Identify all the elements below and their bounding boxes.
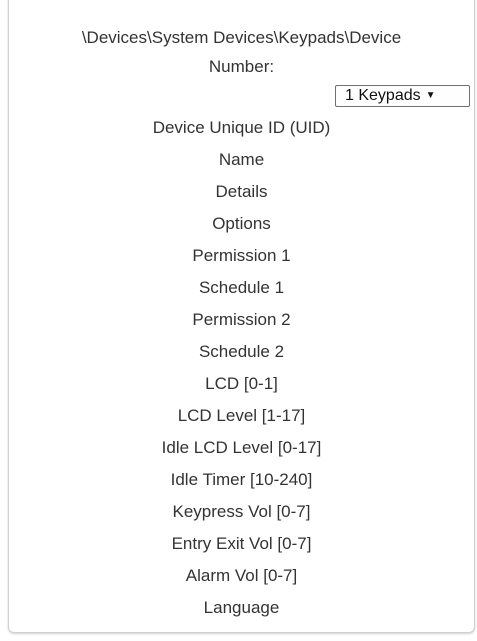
field-label-options: Options [212, 214, 271, 233]
field-label-alarm-vol: Alarm Vol [0-7] [185, 566, 298, 585]
field-label-lcd-level: LCD Level [1-17] [177, 406, 306, 425]
breadcrumb-path: \Devices\System Devices\Keypads\Device [81, 28, 402, 47]
field-label-keypress-vol: Keypress Vol [0-7] [172, 502, 311, 521]
chevron-down-icon: ▼ [425, 90, 436, 101]
field-label-schedule-2: Schedule 2 [198, 342, 285, 361]
field-label-language: Language [203, 598, 280, 617]
field-label-idle-timer: Idle Timer [10-240] [170, 470, 313, 489]
field-label-schedule-1: Schedule 1 [198, 278, 285, 297]
field-label-entry-exit-vol: Entry Exit Vol [0-7] [171, 534, 312, 553]
device-field-panel: \Devices\System Devices\Keypads\Device N… [8, 0, 475, 633]
field-label-uid: Device Unique ID (UID) [152, 118, 331, 137]
field-label-idle-lcd-level: Idle LCD Level [0-17] [161, 438, 322, 457]
field-label-permission-2: Permission 2 [192, 310, 291, 329]
field-list: Device Unique ID (UID) Name Details Opti… [9, 112, 474, 624]
number-label: Number: [208, 57, 275, 76]
field-label-details: Details [215, 182, 268, 201]
device-number-select[interactable]: 1 Keypads ▼ [335, 85, 470, 107]
device-number-select-value: 1 Keypads [345, 87, 421, 104]
field-label-lcd: LCD [0-1] [205, 374, 278, 393]
field-label-permission-1: Permission 1 [192, 246, 291, 265]
field-label-name: Name [218, 150, 265, 169]
